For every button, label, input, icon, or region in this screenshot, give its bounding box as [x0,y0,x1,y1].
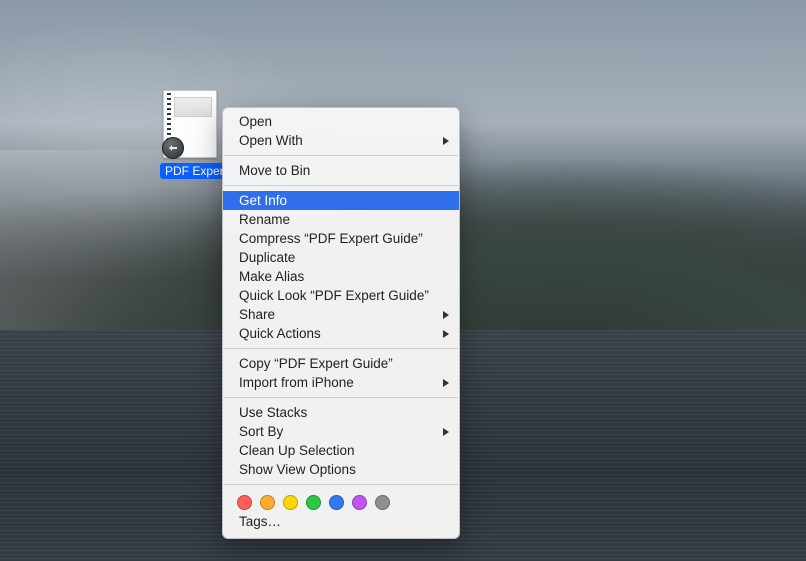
menu-item-share[interactable]: Share [223,305,459,324]
menu-item-clean-up-selection[interactable]: Clean Up Selection [223,441,459,460]
tag-dot[interactable] [329,495,344,510]
tag-dot[interactable] [283,495,298,510]
menu-item-tags[interactable]: Tags… [223,512,459,532]
menu-item-label: Compress “PDF Expert Guide” [239,231,423,246]
tag-dot[interactable] [375,495,390,510]
alias-arrow-icon [162,137,184,159]
menu-item-label: Clean Up Selection [239,443,355,458]
menu-item-sort-by[interactable]: Sort By [223,422,459,441]
menu-separator [224,155,458,156]
submenu-arrow-icon [443,379,449,387]
desktop[interactable]: PDF Expert Guide Open Open With Move to Bi… [0,0,806,561]
menu-item-quick-look-pdf-expert-guide[interactable]: Quick Look “PDF Expert Guide” [223,286,459,305]
menu-item-rename[interactable]: Rename [223,210,459,229]
menu-item-label: Get Info [239,193,287,208]
menu-separator [224,397,458,398]
tag-dot[interactable] [352,495,367,510]
context-menu: Open Open With Move to Bin Get Info Rename Co… [222,107,460,539]
menu-item-label: Sort By [239,424,283,439]
submenu-arrow-icon [443,428,449,436]
menu-item-label: Quick Look “PDF Expert Guide” [239,288,429,303]
menu-separator [224,185,458,186]
file-icon [163,90,217,158]
menu-item-label: Show View Options [239,462,356,477]
menu-item-duplicate[interactable]: Duplicate [223,248,459,267]
tag-dot[interactable] [306,495,321,510]
menu-item-open-with[interactable]: Open With [223,131,459,150]
menu-item-label: Share [239,307,275,322]
menu-item-label: Make Alias [239,269,304,284]
desktop-file[interactable]: PDF Expert Guide [160,90,220,180]
menu-item-move-to-bin[interactable]: Move to Bin [223,161,459,180]
submenu-arrow-icon [443,311,449,319]
tags-row [223,490,459,512]
submenu-arrow-icon [443,330,449,338]
tag-dot[interactable] [260,495,275,510]
menu-item-make-alias[interactable]: Make Alias [223,267,459,286]
menu-item-quick-actions[interactable]: Quick Actions [223,324,459,343]
menu-item-copy-pdf-expert-guide[interactable]: Copy “PDF Expert Guide” [223,354,459,373]
menu-item-import-from-iphone[interactable]: Import from iPhone [223,373,459,392]
menu-item-label: Use Stacks [239,405,307,420]
menu-separator [224,348,458,349]
menu-item-compress-pdf-expert-guide[interactable]: Compress “PDF Expert Guide” [223,229,459,248]
menu-item-label: Quick Actions [239,326,321,341]
menu-item-label: Rename [239,212,290,227]
menu-separator [224,484,458,485]
menu-item-label: Duplicate [239,250,295,265]
menu-item-label: Copy “PDF Expert Guide” [239,356,393,371]
menu-item-label: Move to Bin [239,163,310,178]
menu-item-open[interactable]: Open [223,112,459,131]
menu-item-label: Import from iPhone [239,375,354,390]
menu-item-label: Tags… [239,514,281,529]
menu-item-get-info[interactable]: Get Info [223,191,459,210]
submenu-arrow-icon [443,137,449,145]
tag-dot[interactable] [237,495,252,510]
menu-item-use-stacks[interactable]: Use Stacks [223,403,459,422]
menu-item-label: Open [239,114,272,129]
menu-item-label: Open With [239,133,303,148]
menu-item-show-view-options[interactable]: Show View Options [223,460,459,479]
